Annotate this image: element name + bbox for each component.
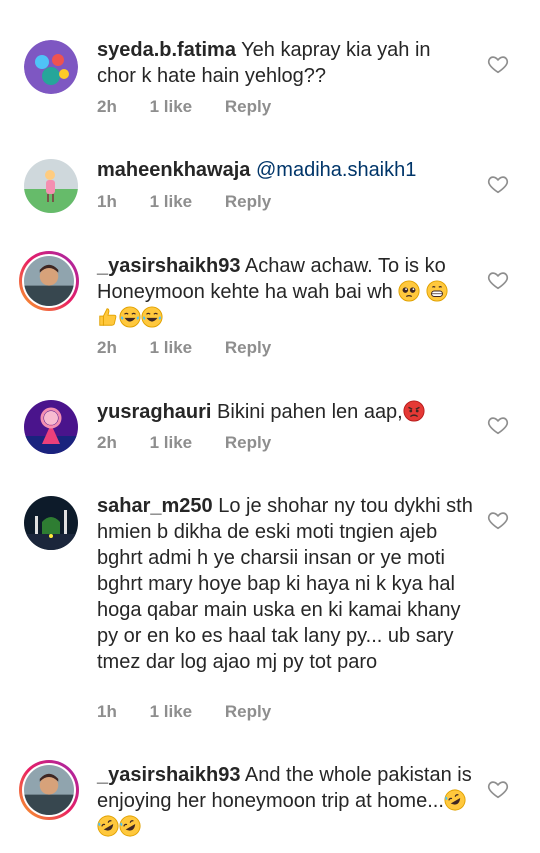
laughing-tears-emoji-icon: [119, 306, 141, 328]
comment-likes[interactable]: 1 like: [150, 97, 193, 116]
avatar[interactable]: [24, 400, 78, 454]
grinning-face-emoji-icon: [426, 280, 448, 302]
comment-likes[interactable]: 1 like: [150, 338, 193, 357]
avatar-image: [24, 765, 74, 815]
heart-icon[interactable]: [487, 53, 509, 75]
avatar-image: [24, 496, 78, 550]
comment-meta: 2h 1 like Reply: [97, 433, 299, 453]
heart-icon[interactable]: [487, 173, 509, 195]
comment-body: Bikini pahen len aap,: [217, 401, 403, 423]
comment-likes[interactable]: 1 like: [150, 192, 193, 211]
comment-time: 2h: [97, 338, 117, 357]
reply-button[interactable]: Reply: [225, 192, 271, 211]
reply-button[interactable]: Reply: [225, 338, 271, 357]
rolling-laughing-emoji-icon: [119, 815, 141, 837]
thumbs-up-emoji-icon: [99, 308, 117, 326]
comment-body: Lo je shohar ny tou dykhi sth hmien b di…: [97, 495, 473, 673]
pleading-face-emoji-icon: [398, 280, 420, 302]
heart-icon[interactable]: [487, 414, 509, 436]
comment-likes[interactable]: 1 like: [150, 433, 193, 452]
avatar-image: [24, 159, 78, 213]
avatar-image: [24, 40, 78, 94]
comment-username[interactable]: sahar_m250: [97, 495, 213, 517]
reply-button[interactable]: Reply: [225, 97, 271, 116]
avatar[interactable]: [24, 496, 78, 550]
rolling-laughing-emoji-icon: [97, 815, 119, 837]
comment-text-block: _yasirshaikh93 Achaw achaw. To is ko Hon…: [97, 253, 473, 331]
comment-meta: 2h 1 like Reply: [97, 338, 299, 358]
comment-time: 2h: [97, 97, 117, 116]
comment-time: 2h: [97, 433, 117, 452]
comment-username[interactable]: _yasirshaikh93: [97, 764, 240, 786]
comment-time: 1h: [97, 702, 117, 721]
heart-icon[interactable]: [487, 778, 509, 800]
avatar[interactable]: [24, 159, 78, 213]
angry-face-emoji-icon: [403, 400, 425, 422]
heart-icon[interactable]: [487, 509, 509, 531]
rolling-laughing-emoji-icon: [444, 789, 466, 811]
comment-text-block: maheenkhawaja @madiha.shaikh1: [97, 157, 473, 183]
comment-text-block: _yasirshaikh93 And the whole pakistan is…: [97, 762, 473, 840]
comment-likes[interactable]: 1 like: [150, 702, 193, 721]
comment-meta: 2h 1 like Reply: [97, 97, 299, 117]
avatar-story-ring[interactable]: [19, 251, 79, 311]
comment-username[interactable]: syeda.b.fatima: [97, 39, 236, 61]
avatar-image: [24, 256, 74, 306]
reply-button[interactable]: Reply: [225, 433, 271, 452]
comment-mention[interactable]: @madiha.shaikh1: [256, 159, 416, 181]
comment-username[interactable]: _yasirshaikh93: [97, 255, 240, 277]
avatar-story-ring[interactable]: [19, 760, 79, 820]
avatar[interactable]: [24, 40, 78, 94]
heart-icon[interactable]: [487, 269, 509, 291]
comment-username[interactable]: yusraghauri: [97, 401, 211, 423]
reply-button[interactable]: Reply: [225, 702, 271, 721]
comment-time: 1h: [97, 192, 117, 211]
avatar-image: [24, 400, 78, 454]
comment-username[interactable]: maheenkhawaja: [97, 159, 250, 181]
comment-text-block: yusraghauri Bikini pahen len aap,: [97, 399, 473, 425]
comment-meta: 1h 1 like Reply: [97, 192, 299, 212]
laughing-tears-emoji-icon: [141, 306, 163, 328]
comment-meta: 1h 1 like Reply: [97, 702, 299, 722]
comment-text-block: sahar_m250 Lo je shohar ny tou dykhi sth…: [97, 493, 473, 675]
comment-text-block: syeda.b.fatima Yeh kapray kia yah in cho…: [97, 37, 473, 89]
